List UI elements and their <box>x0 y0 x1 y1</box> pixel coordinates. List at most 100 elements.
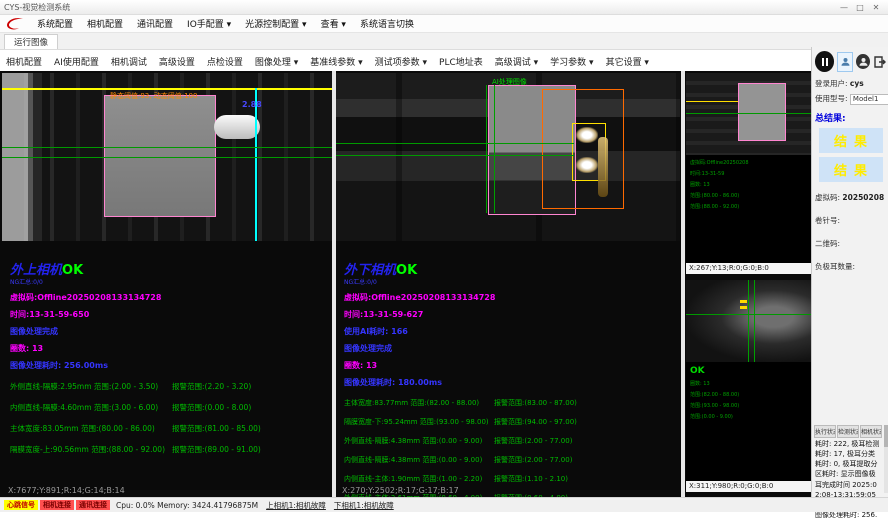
camera-name: 外下相机 <box>344 263 396 278</box>
measure-line-green <box>336 155 574 156</box>
alarm-range: 报警范围:(83.00 - 87.00) <box>494 398 577 408</box>
measure-line-green <box>336 143 574 144</box>
preview-text-line: 范围:(0.00 - 9.00) <box>690 413 811 420</box>
tool-learn-params[interactable]: 学习参数 ▾ <box>544 55 599 68</box>
model-row: 使用型号: Model1 <box>815 93 887 105</box>
process-done-line: 图像处理完成 <box>10 326 328 337</box>
tab-exec-status[interactable]: 执行状态 <box>814 425 836 438</box>
measurement-row: 内侧直线-主体:1.90mm 范围:(1.00 - 2.20)报警范围:(1.1… <box>344 474 676 484</box>
panel-divider <box>681 71 685 497</box>
ai-image-label: AI处理图像 <box>492 77 527 87</box>
time-line: 时间:13-31-59-627 <box>344 309 676 320</box>
tab-count-row: 负极耳数量: <box>815 261 887 272</box>
tab-strip: 运行图像 <box>0 33 888 50</box>
menu-item-light-config[interactable]: 光源控制配置 ▾ <box>238 17 313 30</box>
preview-text-line: 时间:13-31-59 <box>690 170 811 177</box>
measurement-row: 隔膜宽度-上:90.56mm 范围:(88.00 - 92.00)报警范围:(8… <box>10 444 328 455</box>
tab-highlight <box>576 127 598 143</box>
camera-name: 外上相机 <box>10 263 62 278</box>
login-user-row: 登录用户: cys <box>815 78 887 89</box>
tab-camera-status[interactable]: 相机状态 <box>860 425 882 438</box>
right-sidebar: 登录用户: cys 使用型号: Model1 总结果: 结果 结果 虚拟码: 2… <box>811 47 888 497</box>
status-bar: 心跳信号 相机连接 通讯连接 Cpu: 0.0% Memory: 3424.41… <box>0 497 888 512</box>
measure-line-green-vertical <box>748 280 749 362</box>
tab-run-image[interactable]: 运行图像 <box>4 34 58 49</box>
menu-item-io-config[interactable]: IO手配置 ▾ <box>180 17 238 30</box>
close-icon[interactable]: ✕ <box>868 3 884 12</box>
measurement-row: 外侧直线-隔膜:2.95mm 范围:(2.00 - 3.50)报警范围:(2.2… <box>10 381 328 392</box>
minimize-icon[interactable]: — <box>836 3 852 12</box>
measurement-value: 内侧直线-隔膜:4.60mm 范围:(3.00 - 6.00) <box>10 402 172 413</box>
measurement-value: 隔膜宽度-下:95.24mm 范围:(93.00 - 98.00) <box>344 417 494 427</box>
upper-camera-status-link[interactable]: 上相机1:相机故障 <box>266 500 326 511</box>
qr-row: 二维码: <box>815 238 887 249</box>
log-scrollbar[interactable] <box>884 425 888 493</box>
login-user-label: 登录用户: <box>815 79 848 88</box>
camera-connect-badge: 相机连接 <box>40 500 74 510</box>
outer-upper-camera-panel: 静态阈值:93, 动态阈值:100 2.88 外上相机OK NG汇总:0/0 虚… <box>2 73 332 497</box>
user-icon <box>841 57 850 66</box>
turns-line: 圈数: 13 <box>344 360 676 371</box>
elapsed-line: 图像处理耗时: 256.00ms <box>10 360 328 371</box>
cursor-coords-readout: X:270;Y:2502;R:17;G:17;B:17 <box>342 486 459 495</box>
tool-other-settings[interactable]: 其它设置 ▾ <box>600 55 655 68</box>
outer-upper-camera-view[interactable]: 静态阈值:93, 动态阈值:100 2.88 <box>2 73 332 241</box>
tool-advanced-debug[interactable]: 高级调试 ▾ <box>489 55 544 68</box>
tool-plc-table[interactable]: PLC地址表 <box>433 55 489 68</box>
menu-item-language-switch[interactable]: 系统语言切换 <box>353 17 421 30</box>
pause-button[interactable] <box>815 51 834 72</box>
cursor-coords-readout: X:7677;Y:891;R:14;G:14;B:14 <box>8 486 125 495</box>
tab-detect-status[interactable]: 检测状态 <box>837 425 859 438</box>
window-title: CYS-视觉检测系统 <box>4 2 70 13</box>
tool-test-params[interactable]: 测试项参数 ▾ <box>369 55 433 68</box>
logout-door-icon <box>874 56 886 68</box>
measurement-value: 内侧直线-主体:1.90mm 范围:(1.00 - 2.20) <box>344 474 494 484</box>
model-label: 使用型号: <box>815 94 848 103</box>
tool-baseline-params[interactable]: 基准线参数 ▾ <box>304 55 368 68</box>
process-done-line: 图像处理完成 <box>344 343 676 354</box>
measure-line-green-vertical <box>754 280 755 362</box>
outer-lower-result-text: 外下相机OK NG汇总:0/0 虚拟码:Offline2025020813313… <box>344 241 676 503</box>
user-account-button[interactable] <box>856 54 870 69</box>
menu-item-view[interactable]: 查看 ▾ <box>314 17 353 30</box>
tool-camera-debug[interactable]: 相机调试 <box>105 55 153 68</box>
alarm-range: 报警范围:(0.00 - 8.00) <box>172 402 251 413</box>
threshold-overlay-text: 静态阈值:93, 动态阈值:100 <box>110 91 197 101</box>
alarm-range: 报警范围:(2.00 - 77.00) <box>494 436 572 446</box>
measurement-value: 主体宽度:83.05mm 范围:(80.00 - 86.00) <box>10 423 172 434</box>
elapsed-line: 图像处理耗时: 180.00ms <box>344 377 676 388</box>
preview-text-line: 范围:(88.00 - 92.00) <box>690 203 811 210</box>
tool-spot-check[interactable]: 点检设置 <box>201 55 249 68</box>
maximize-icon[interactable]: □ <box>852 3 868 12</box>
menu-item-camera-config[interactable]: 相机配置 <box>80 17 130 30</box>
inner-lower-camera-preview[interactable]: OK 圈数: 13 范围:(82.00 - 88.00) 范围:(93.00 -… <box>686 280 811 492</box>
measurement-row: 隔膜宽度-下:95.24mm 范围:(93.00 - 98.00)报警范围:(9… <box>344 417 676 427</box>
menu-item-system-config[interactable]: 系统配置 <box>30 17 80 30</box>
logout-button[interactable] <box>873 53 887 71</box>
title-bar: CYS-视觉检测系统 — □ ✕ <box>0 0 888 15</box>
tool-ai-config[interactable]: AI使用配置 <box>48 55 105 68</box>
menu-item-comm-config[interactable]: 通讯配置 <box>130 17 180 30</box>
camera-result-title: 外上相机OK <box>10 259 328 278</box>
inner-upper-camera-preview[interactable]: 虚拟码:Offline20250208 时间:13-31-59 圈数: 13 范… <box>686 73 811 274</box>
measure-line-green <box>686 113 811 114</box>
measurement-list: 外侧直线-隔膜:2.95mm 范围:(2.00 - 3.50)报警范围:(2.2… <box>10 381 328 455</box>
alarm-range: 报警范围:(94.00 - 97.00) <box>494 417 577 427</box>
outer-lower-camera-view[interactable]: AI处理图像 <box>336 73 680 241</box>
tool-image-process[interactable]: 图像处理 ▾ <box>249 55 304 68</box>
tool-camera-config[interactable]: 相机配置 <box>0 55 48 68</box>
lower-camera-status-link[interactable]: 下相机1:相机故障 <box>334 500 394 511</box>
user-login-button[interactable] <box>837 52 853 72</box>
heartbeat-badge: 心跳信号 <box>4 500 38 510</box>
baseline-yellow <box>686 101 738 102</box>
outer-upper-result-text: 外上相机OK NG汇总:0/0 虚拟码:Offline2025020813313… <box>10 241 328 455</box>
tool-advanced-settings[interactable]: 高级设置 <box>153 55 201 68</box>
measure-line-green-vertical <box>486 85 487 213</box>
qr-label: 二维码: <box>815 239 840 248</box>
measure-value-label: 2.88 <box>242 100 262 109</box>
model-input[interactable]: Model1 <box>850 94 888 105</box>
camera-result-title: 外下相机OK <box>344 259 676 278</box>
alarm-range: 报警范围:(2.20 - 3.20) <box>172 381 251 392</box>
sidebar-button-row <box>812 47 888 74</box>
yellow-marker <box>740 306 747 309</box>
